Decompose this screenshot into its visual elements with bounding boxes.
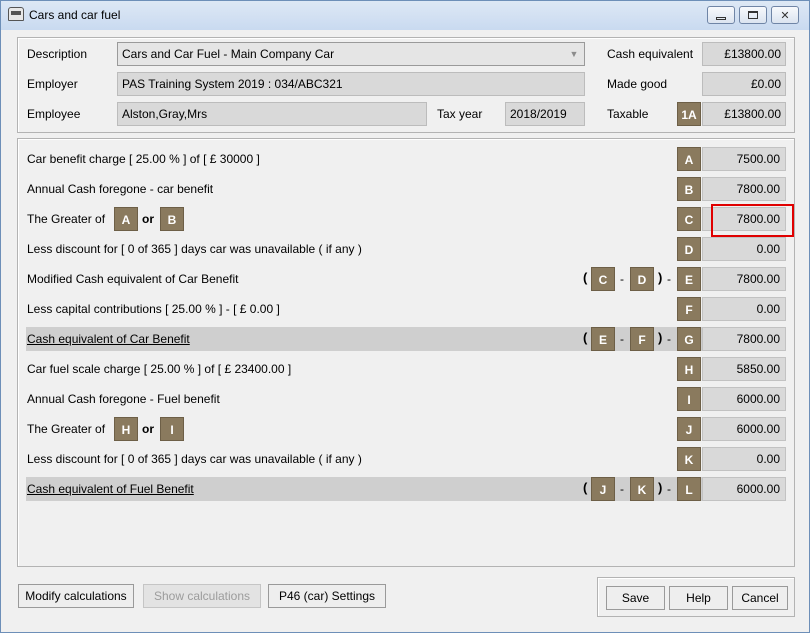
row-e-ref-d: D — [630, 267, 654, 291]
row-g-ref-f: F — [630, 327, 654, 351]
row-e-close-paren: ) — [658, 270, 663, 285]
row-c-ref-b: B — [160, 207, 184, 231]
row-c-or: or — [142, 212, 154, 226]
row-a-value: 7500.00 — [702, 147, 786, 171]
row-j-value: 6000.00 — [702, 417, 786, 441]
minimize-button[interactable] — [707, 6, 735, 24]
row-e-minus: - — [620, 272, 624, 286]
row-c-ref-a: A — [114, 207, 138, 231]
row-b-value: 7800.00 — [702, 177, 786, 201]
row-l-close-paren: ) — [658, 480, 663, 495]
employer-label: Employer — [27, 77, 78, 91]
maximize-button[interactable] — [739, 6, 767, 24]
close-button[interactable]: ✕ — [771, 6, 799, 24]
row-l-badge: L — [677, 477, 701, 501]
row-g-value: 7800.00 — [702, 327, 786, 351]
employee-field: Alston,Gray,Mrs — [117, 102, 427, 126]
row-f-value: 0.00 — [702, 297, 786, 321]
row-l-minus-2: - — [667, 482, 671, 496]
row-d-label: Less discount for [ 0 of 365 ] days car … — [27, 242, 362, 256]
calculation-group — [17, 138, 795, 567]
row-e-ref-c: C — [591, 267, 615, 291]
row-k-badge: K — [677, 447, 701, 471]
row-e-open-paren: ( — [583, 270, 588, 285]
row-e-minus-2: - — [667, 272, 671, 286]
row-a-badge: A — [677, 147, 701, 171]
taxable-badge: 1A — [677, 102, 701, 126]
row-g-ref-e: E — [591, 327, 615, 351]
chevron-down-icon[interactable]: ▼ — [566, 45, 582, 63]
title-bar: Cars and car fuel ✕ — [1, 1, 809, 30]
taxable-label: Taxable — [607, 107, 649, 121]
taxable-value: £13800.00 — [702, 102, 786, 126]
show-calculations-button[interactable]: Show calculations — [143, 584, 261, 608]
row-l-label: Cash equivalent of Fuel Benefit — [27, 482, 194, 496]
row-a-label: Car benefit charge [ 25.00 % ] of [ £ 30… — [27, 152, 260, 166]
row-g-badge: G — [677, 327, 701, 351]
help-button[interactable]: Help — [669, 586, 728, 610]
row-b-badge: B — [677, 177, 701, 201]
minimize-icon — [716, 16, 726, 20]
cash-equivalent-value: £13800.00 — [702, 42, 786, 66]
row-i-label: Annual Cash foregone - Fuel benefit — [27, 392, 220, 406]
maximize-icon — [748, 11, 758, 19]
row-l-ref-j: J — [591, 477, 615, 501]
tax-year-label: Tax year — [437, 107, 483, 121]
row-i-value: 6000.00 — [702, 387, 786, 411]
row-b-label: Annual Cash foregone - car benefit — [27, 182, 214, 196]
row-f-badge: F — [677, 297, 701, 321]
car-icon — [8, 7, 24, 21]
close-icon: ✕ — [780, 9, 790, 22]
row-j-ref-h: H — [114, 417, 138, 441]
highlight-box — [711, 204, 794, 237]
row-i-badge: I — [677, 387, 701, 411]
row-j-label: The Greater of — [27, 422, 106, 436]
row-j-badge: J — [677, 417, 701, 441]
made-good-label: Made good — [607, 77, 668, 91]
row-d-value: 0.00 — [702, 237, 786, 261]
row-h-badge: H — [677, 357, 701, 381]
tax-year-field: 2018/2019 — [505, 102, 585, 126]
row-g-minus: - — [620, 332, 624, 346]
row-c-badge: C — [677, 207, 701, 231]
row-e-value: 7800.00 — [702, 267, 786, 291]
row-h-label: Car fuel scale charge [ 25.00 % ] of [ £… — [27, 362, 292, 376]
description-value: Cars and Car Fuel - Main Company Car — [122, 47, 335, 61]
modify-calculations-button[interactable]: Modify calculations — [18, 584, 134, 608]
employee-label: Employee — [27, 107, 81, 121]
row-l-ref-k: K — [630, 477, 654, 501]
row-c-label: The Greater of — [27, 212, 106, 226]
row-g-open-paren: ( — [583, 330, 588, 345]
save-button[interactable]: Save — [606, 586, 665, 610]
row-f-label: Less capital contributions [ 25.00 % ] -… — [27, 302, 280, 316]
row-k-label: Less discount for [ 0 of 365 ] days car … — [27, 452, 362, 466]
row-l-minus: - — [620, 482, 624, 496]
row-g-close-paren: ) — [658, 330, 663, 345]
cash-equivalent-label: Cash equivalent — [607, 47, 694, 61]
row-d-badge: D — [677, 237, 701, 261]
description-select[interactable]: Cars and Car Fuel - Main Company Car ▼ — [117, 42, 585, 66]
row-k-value: 0.00 — [702, 447, 786, 471]
row-e-badge: E — [677, 267, 701, 291]
row-g-minus-2: - — [667, 332, 671, 346]
cars-and-car-fuel-window: Cars and car fuel ✕ Description Cars and… — [0, 0, 810, 633]
row-l-open-paren: ( — [583, 480, 588, 495]
description-label: Description — [27, 47, 88, 61]
employer-field: PAS Training System 2019 : 034/ABC321 — [117, 72, 585, 96]
p46-settings-button[interactable]: P46 (car) Settings — [268, 584, 386, 608]
window-title: Cars and car fuel — [29, 8, 121, 22]
row-l-value: 6000.00 — [702, 477, 786, 501]
row-j-ref-i: I — [160, 417, 184, 441]
made-good-value: £0.00 — [702, 72, 786, 96]
row-e-label: Modified Cash equivalent of Car Benefit — [27, 272, 239, 286]
row-j-or: or — [142, 422, 154, 436]
cancel-button[interactable]: Cancel — [732, 586, 788, 610]
row-g-label: Cash equivalent of Car Benefit — [27, 332, 190, 346]
row-h-value: 5850.00 — [702, 357, 786, 381]
